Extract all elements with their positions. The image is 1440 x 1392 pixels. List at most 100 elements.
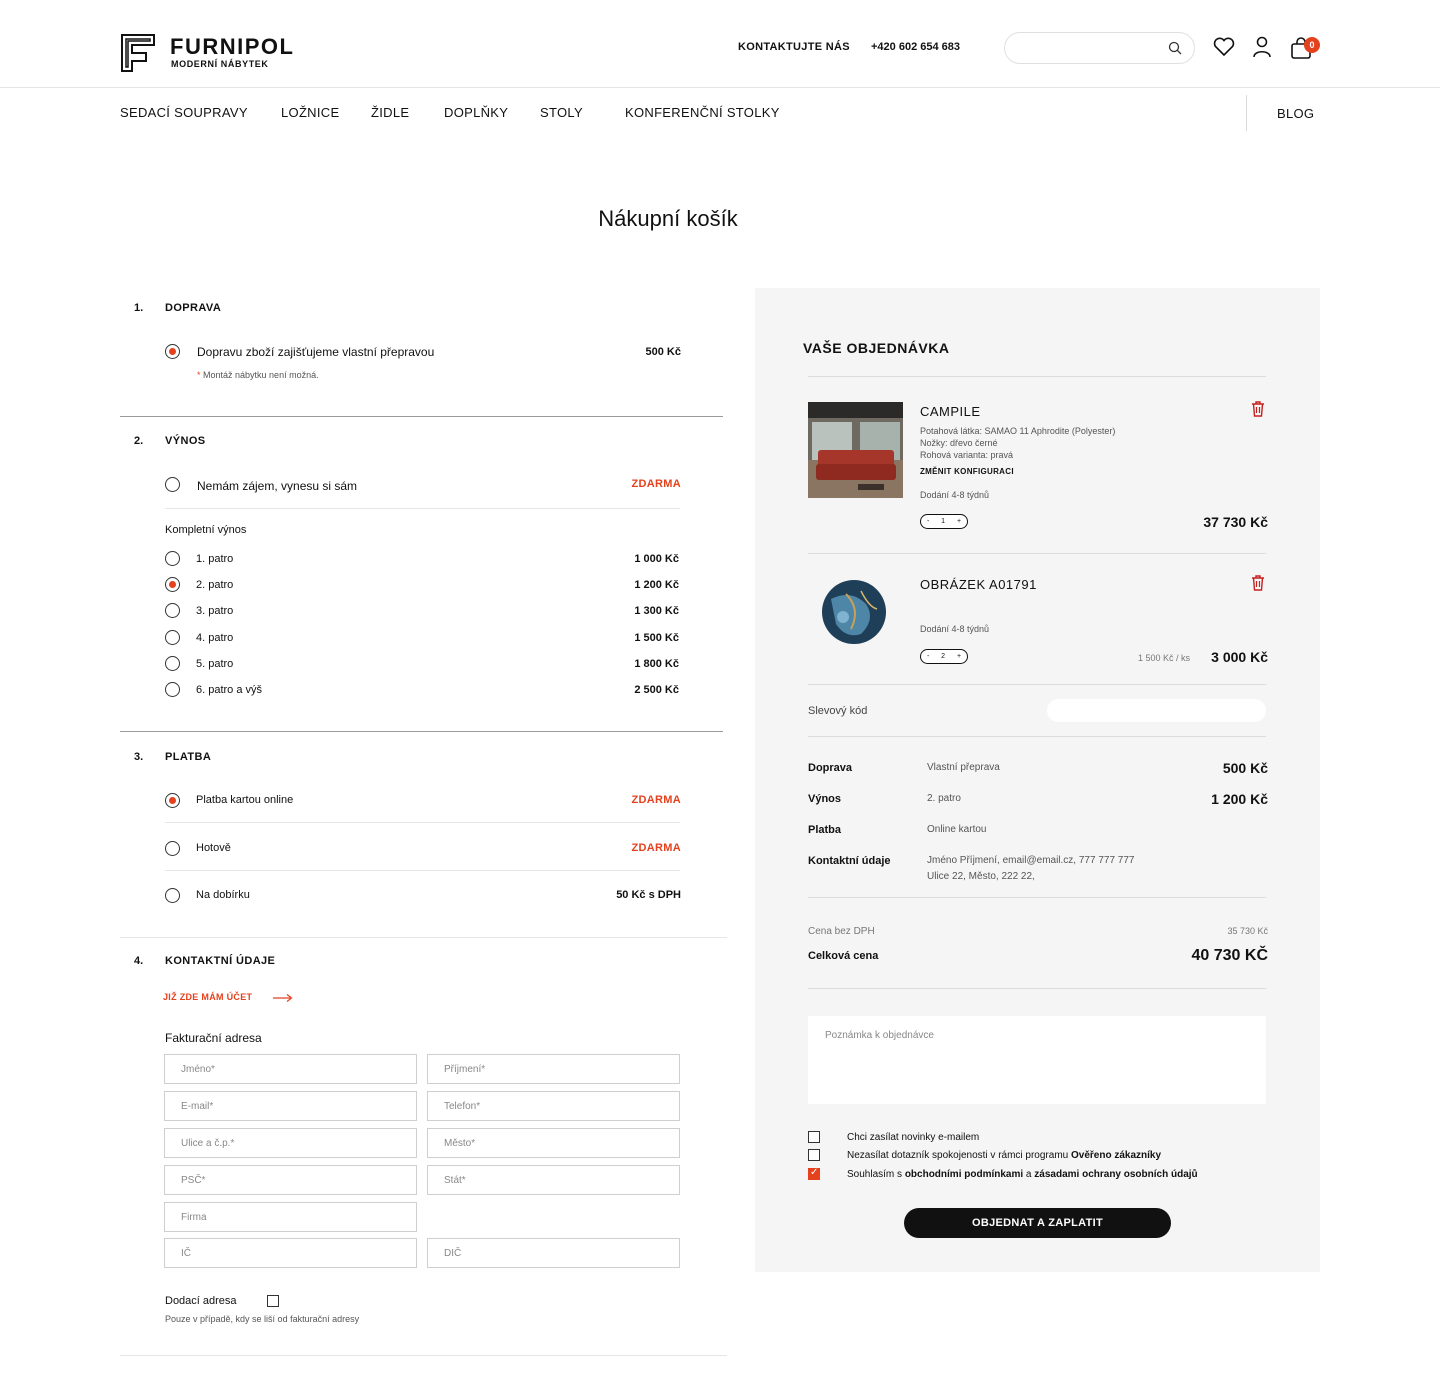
contact-link[interactable]: KONTAKTUJTE NÁS xyxy=(738,41,850,53)
section-number: 4. xyxy=(134,955,144,967)
nav-item-stoly[interactable]: STOLY xyxy=(540,105,583,120)
survey-text: Nezasílat dotazník spokojenosti v rámci … xyxy=(847,1150,1071,1161)
increment-button[interactable]: + xyxy=(957,518,961,525)
product-name[interactable]: OBRÁZEK A01791 xyxy=(920,577,1037,592)
email-field[interactable]: E-mail* xyxy=(164,1091,417,1121)
quantity-stepper[interactable]: - 1 + xyxy=(920,514,968,529)
trash-icon[interactable] xyxy=(1251,575,1265,591)
payment-radio[interactable] xyxy=(165,888,180,903)
billing-address-label: Fakturační adresa xyxy=(165,1031,262,1045)
country-field[interactable]: Stát* xyxy=(427,1165,680,1195)
discount-code-input[interactable] xyxy=(1047,699,1266,722)
product-price: 3 000 Kč xyxy=(1211,649,1268,665)
city-field[interactable]: Město* xyxy=(427,1128,680,1158)
carry-group-label: Kompletní výnos xyxy=(165,524,247,536)
terms-link[interactable]: obchodními podmínkami xyxy=(905,1169,1023,1180)
heart-icon[interactable] xyxy=(1213,37,1235,57)
login-link[interactable]: JIŽ ZDE MÁM ÚČET xyxy=(163,992,252,1002)
product-image-painting[interactable] xyxy=(821,579,887,645)
discount-label: Slevový kód xyxy=(808,705,868,717)
user-icon[interactable] xyxy=(1252,36,1272,58)
order-divider xyxy=(808,736,1266,737)
phone-field[interactable]: Telefon* xyxy=(427,1091,680,1121)
brand-subtitle: MODERNÍ NÁBYTEK xyxy=(171,59,269,69)
header-divider xyxy=(0,87,1440,88)
decrement-button[interactable]: - xyxy=(927,653,929,660)
carry-floor-radio[interactable] xyxy=(165,630,180,645)
change-configuration-link[interactable]: ZMĚNIT KONFIGURACI xyxy=(920,467,1014,476)
shipping-note: Montáž nábytku není možná. xyxy=(200,370,319,380)
survey-opt-out-checkbox[interactable] xyxy=(808,1149,820,1161)
terms-text: Souhlasím s xyxy=(847,1169,905,1180)
delivery-address-checkbox[interactable] xyxy=(267,1295,279,1307)
nav-item-loznice[interactable]: LOŽNICE xyxy=(281,105,339,120)
carry-floor-radio[interactable] xyxy=(165,656,180,671)
section-number: 2. xyxy=(134,435,144,447)
carry-floor-radio[interactable] xyxy=(165,682,180,697)
ic-field[interactable]: IČ xyxy=(164,1238,417,1268)
street-field[interactable]: Ulice a č.p.* xyxy=(164,1128,417,1158)
shipping-option-price: 500 Kč xyxy=(645,346,681,358)
nav-item-sedaci-soupravy[interactable]: SEDACÍ SOUPRAVY xyxy=(120,105,248,120)
carry-none-radio[interactable] xyxy=(165,477,180,492)
nav-item-doplnky[interactable]: DOPLŇKY xyxy=(444,105,508,120)
carry-floor-radio[interactable] xyxy=(165,603,180,618)
brand-name[interactable]: FURNIPOL xyxy=(170,34,294,60)
last-name-field[interactable]: Příjmení* xyxy=(427,1054,680,1084)
quantity-stepper[interactable]: - 2 + xyxy=(920,649,968,664)
search-icon[interactable] xyxy=(1167,40,1183,56)
first-name-field[interactable]: Jméno* xyxy=(164,1054,417,1084)
order-note-textarea[interactable]: Poznámka k objednávce xyxy=(808,1016,1266,1104)
company-field[interactable]: Firma xyxy=(164,1202,417,1232)
delivery-address-label: Dodací adresa xyxy=(165,1295,237,1307)
summary-label: Výnos xyxy=(808,793,842,805)
carry-floor-price: 1 000 Kč xyxy=(634,553,679,565)
increment-button[interactable]: + xyxy=(957,653,961,660)
section-title-payment: PLATBA xyxy=(165,751,212,763)
decrement-button[interactable]: - xyxy=(927,518,929,525)
trash-icon[interactable] xyxy=(1251,401,1265,417)
summary-label: Kontaktní údaje xyxy=(808,855,891,867)
nav-item-blog[interactable]: BLOG xyxy=(1277,106,1314,121)
nav-divider xyxy=(1246,95,1247,131)
carry-floor-price: 2 500 Kč xyxy=(634,684,679,696)
logo-icon[interactable] xyxy=(120,33,156,73)
product-image-sofa[interactable] xyxy=(808,402,903,498)
payment-radio[interactable] xyxy=(165,841,180,856)
section-number: 1. xyxy=(134,302,144,314)
payment-option-label: Platba kartou online xyxy=(196,794,294,806)
order-divider xyxy=(808,376,1266,377)
dic-field[interactable]: DIČ xyxy=(427,1238,680,1268)
option-divider xyxy=(165,508,680,509)
newsletter-checkbox[interactable] xyxy=(808,1131,820,1143)
option-divider xyxy=(165,822,680,823)
product-delivery: Dodání 4-8 týdnů xyxy=(920,490,990,500)
nav-item-konferencni-stolky[interactable]: KONFERENČNÍ STOLKY xyxy=(625,105,780,120)
shipping-option-label: Dopravu zboží zajišťujeme vlastní přepra… xyxy=(197,345,435,359)
order-title: VAŠE OBJEDNÁVKA xyxy=(803,340,950,356)
carry-floor-radio[interactable] xyxy=(165,577,180,592)
nav-item-zidle[interactable]: ŽIDLE xyxy=(371,105,409,120)
product-name[interactable]: CAMPILE xyxy=(920,404,981,419)
submit-order-button[interactable]: OBJEDNAT A ZAPLATIT xyxy=(904,1208,1171,1238)
newsletter-label: Chci zasílat novinky e-mailem xyxy=(847,1132,980,1143)
carry-floor-radio[interactable] xyxy=(165,551,180,566)
page-title: Nákupní košík xyxy=(598,206,738,231)
summary-value: Jméno Příjmení, email@email.cz, 777 777 … xyxy=(927,855,1135,866)
product-delivery: Dodání 4-8 týdnů xyxy=(920,624,990,634)
shipping-radio[interactable] xyxy=(165,344,180,359)
carry-floor-label: 6. patro a výš xyxy=(196,684,263,696)
summary-price: 1 200 Kč xyxy=(1211,791,1268,807)
zip-field[interactable]: PSČ* xyxy=(164,1165,417,1195)
payment-option-price: 50 Kč s DPH xyxy=(616,889,681,901)
privacy-link[interactable]: zásadami ochrany osobních údajů xyxy=(1034,1169,1197,1180)
phone-link[interactable]: +420 602 654 683 xyxy=(871,41,960,53)
option-divider xyxy=(165,870,680,871)
total-price: 40 730 KČ xyxy=(1191,947,1269,964)
terms-checkbox[interactable] xyxy=(808,1167,820,1180)
verified-program-link[interactable]: Ověřeno zákazníky xyxy=(1071,1150,1161,1161)
section-divider xyxy=(120,731,723,732)
login-link-label: JIŽ ZDE MÁM ÚČET xyxy=(163,992,253,1002)
summary-value: 2. patro xyxy=(927,793,961,804)
payment-radio[interactable] xyxy=(165,793,180,808)
